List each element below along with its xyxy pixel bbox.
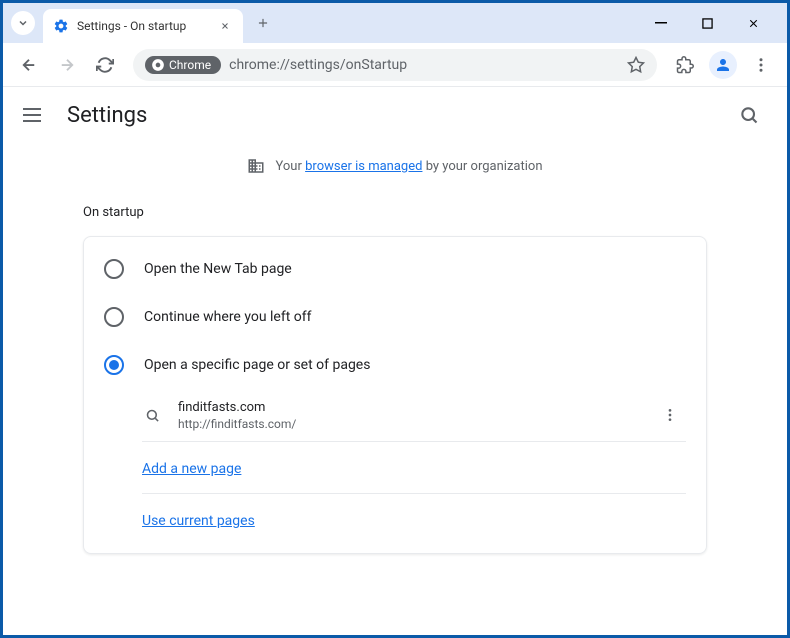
bookmark-button[interactable]	[627, 56, 645, 74]
hamburger-line	[23, 108, 41, 110]
minimize-button[interactable]	[647, 9, 675, 37]
menu-button[interactable]	[745, 49, 777, 81]
reload-icon	[96, 56, 114, 74]
building-icon	[247, 157, 265, 175]
minimize-icon	[655, 17, 667, 29]
startup-page-row: finditfasts.com http://finditfasts.com/	[142, 389, 686, 441]
page-name: finditfasts.com	[178, 400, 638, 415]
chrome-logo-icon	[151, 58, 165, 72]
menu-toggle[interactable]	[23, 103, 47, 127]
add-page-row: Add a new page	[142, 442, 686, 493]
use-current-link[interactable]: Use current pages	[142, 513, 255, 529]
close-window-button[interactable]	[739, 9, 767, 37]
pages-subsection: finditfasts.com http://finditfasts.com/ …	[142, 389, 686, 545]
titlebar: Settings - On startup	[3, 3, 787, 43]
back-button[interactable]	[13, 49, 45, 81]
maximize-icon	[702, 18, 713, 29]
managed-notice: Your browser is managed by your organiza…	[3, 143, 787, 183]
plus-icon	[256, 16, 270, 30]
tab-title: Settings - On startup	[77, 19, 209, 33]
address-bar[interactable]: Chrome chrome://settings/onStartup	[133, 49, 657, 81]
url-text: chrome://settings/onStartup	[229, 57, 407, 73]
hamburger-line	[23, 114, 41, 116]
dots-vertical-icon	[752, 56, 770, 74]
reload-button[interactable]	[89, 49, 121, 81]
radio-icon	[104, 307, 124, 327]
close-icon	[220, 21, 230, 31]
option-continue[interactable]: Continue where you left off	[84, 293, 706, 341]
person-icon	[714, 56, 732, 74]
star-icon	[627, 56, 645, 74]
extensions-button[interactable]	[669, 49, 701, 81]
chrome-chip-label: Chrome	[169, 58, 211, 72]
tabs-dropdown[interactable]	[11, 11, 35, 35]
page-url: http://finditfasts.com/	[178, 417, 638, 431]
window-controls	[647, 9, 779, 37]
search-settings-button[interactable]	[731, 97, 767, 133]
content: Settings Your browser is managed by your…	[3, 87, 787, 635]
search-icon	[739, 105, 759, 125]
add-page-link[interactable]: Add a new page	[142, 461, 241, 477]
page-more-button[interactable]	[654, 399, 686, 431]
arrow-right-icon	[58, 56, 76, 74]
gear-icon	[53, 18, 69, 34]
chrome-chip: Chrome	[145, 56, 221, 74]
puzzle-icon	[676, 56, 694, 74]
header-row: Settings	[3, 87, 787, 143]
managed-link[interactable]: browser is managed	[305, 159, 422, 174]
search-icon	[145, 408, 160, 423]
page-favicon	[142, 405, 162, 425]
managed-text: Your browser is managed by your organiza…	[275, 159, 542, 174]
tab-close-button[interactable]	[217, 18, 233, 34]
startup-card: Open the New Tab page Continue where you…	[83, 236, 707, 554]
use-current-row: Use current pages	[142, 494, 686, 545]
radio-icon	[104, 259, 124, 279]
option-new-tab[interactable]: Open the New Tab page	[84, 245, 706, 293]
radio-icon	[104, 355, 124, 375]
hamburger-line	[23, 120, 41, 122]
maximize-button[interactable]	[693, 9, 721, 37]
page-title: Settings	[67, 103, 147, 128]
dots-vertical-icon	[662, 407, 678, 423]
radio-label: Open the New Tab page	[144, 261, 292, 277]
close-icon	[747, 17, 760, 30]
section-title: On startup	[3, 183, 787, 236]
avatar	[709, 51, 737, 79]
arrow-left-icon	[20, 56, 38, 74]
toolbar: Chrome chrome://settings/onStartup	[3, 43, 787, 87]
option-specific-pages[interactable]: Open a specific page or set of pages	[84, 341, 706, 389]
chevron-down-icon	[17, 17, 29, 29]
page-text: finditfasts.com http://finditfasts.com/	[178, 400, 638, 431]
radio-label: Open a specific page or set of pages	[144, 357, 370, 373]
profile-button[interactable]	[707, 49, 739, 81]
forward-button[interactable]	[51, 49, 83, 81]
browser-tab[interactable]: Settings - On startup	[43, 9, 243, 43]
radio-label: Continue where you left off	[144, 309, 312, 325]
new-tab-button[interactable]	[249, 9, 277, 37]
